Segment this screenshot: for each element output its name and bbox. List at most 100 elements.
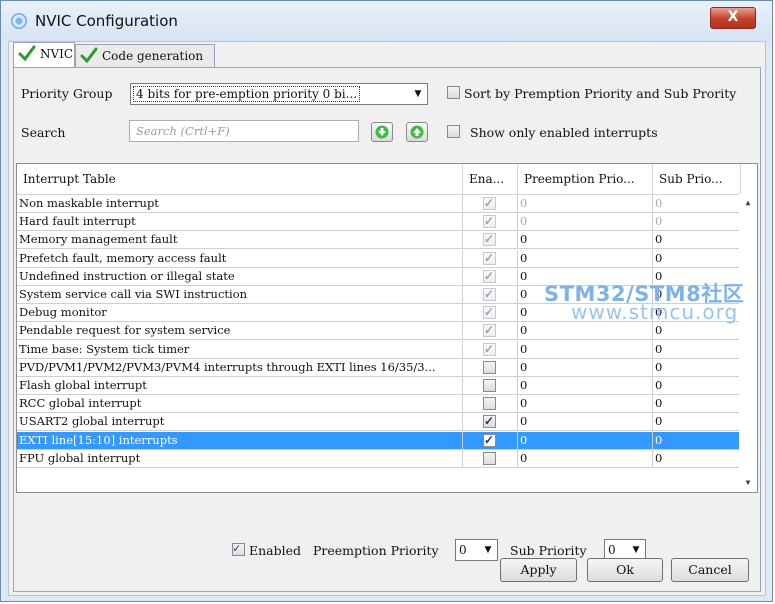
cancel-button[interactable]: Cancel xyxy=(671,558,749,582)
interrupt-name-cell: EXTI line[15:10] interrupts xyxy=(19,431,463,449)
detail-preemption-label: Preemption Priority xyxy=(313,543,439,558)
preemption-priority-cell[interactable]: 0 xyxy=(520,322,653,340)
enabled-checkbox[interactable] xyxy=(483,432,496,449)
enabled-cell xyxy=(463,267,518,285)
enabled-checkbox xyxy=(483,250,496,267)
sub-priority-cell[interactable]: 0 xyxy=(655,377,742,394)
detail-enabled-checkbox[interactable] xyxy=(232,541,245,556)
table-row[interactable]: Pendable request for system service 00 xyxy=(17,322,742,341)
watermark-line-2: www.stmcu.org xyxy=(571,300,739,324)
preemption-priority-cell[interactable]: 0 xyxy=(520,413,653,431)
enabled-checkbox[interactable] xyxy=(483,413,496,430)
preemption-priority-cell[interactable]: 0 xyxy=(520,213,653,231)
enabled-checkbox xyxy=(483,213,496,230)
sub-priority-cell[interactable]: 0 xyxy=(655,395,742,412)
enabled-checkbox[interactable] xyxy=(483,397,496,411)
sub-priority-cell[interactable]: 0 xyxy=(655,195,742,212)
sort-checkbox[interactable] xyxy=(447,86,460,99)
ok-button[interactable]: Ok xyxy=(587,558,663,582)
table-row[interactable]: EXTI line[15:10] interrupts 00 xyxy=(17,431,742,450)
enabled-checkbox[interactable] xyxy=(483,451,496,465)
vertical-scrollbar[interactable]: ▲ ▼ xyxy=(739,194,757,492)
table-row[interactable]: PVD/PVM1/PVM2/PVM3/PVM4 interrupts throu… xyxy=(17,358,742,377)
priority-group-select[interactable]: 4 bits for pre-emption priority 0 bi... … xyxy=(130,83,428,105)
arrow-up-icon xyxy=(410,125,424,139)
apply-button[interactable]: Apply xyxy=(500,558,577,582)
close-button[interactable]: X xyxy=(710,7,756,29)
preemption-priority-cell[interactable]: 0 xyxy=(520,195,653,212)
tab-nvic-label: NVIC xyxy=(40,47,74,61)
sub-priority-cell[interactable]: 0 xyxy=(655,231,742,248)
show-only-enabled-label: Show only enabled interrupts xyxy=(470,125,658,140)
table-row[interactable]: Memory management fault 00 xyxy=(17,231,742,250)
sub-priority-cell[interactable]: 0 xyxy=(655,450,742,467)
enabled-cell xyxy=(463,395,518,413)
detail-enabled-label: Enabled xyxy=(249,543,302,558)
table-row[interactable]: USART2 global interrupt 00 xyxy=(17,413,742,432)
app-gear-icon xyxy=(11,13,27,29)
sub-priority-cell[interactable]: 0 xyxy=(655,413,742,430)
table-row[interactable]: Time base: System tick timer 00 xyxy=(17,340,742,359)
enabled-checkbox[interactable] xyxy=(483,360,496,374)
tab-nvic[interactable]: NVIC xyxy=(13,42,75,68)
detail-preemption-select[interactable]: 0 ▼ xyxy=(455,539,498,561)
interrupt-name-cell: Prefetch fault, memory access fault xyxy=(19,249,463,267)
preemption-priority-cell[interactable]: 0 xyxy=(520,377,653,394)
preemption-priority-cell[interactable]: 0 xyxy=(520,231,653,249)
interrupt-name-cell: USART2 global interrupt xyxy=(19,413,463,431)
search-previous-button[interactable] xyxy=(406,122,428,142)
enabled-cell xyxy=(463,322,518,340)
preemption-priority-cell[interactable]: 0 xyxy=(520,249,653,267)
enabled-cell xyxy=(463,413,518,431)
table-row[interactable]: Prefetch fault, memory access fault 00 xyxy=(17,249,742,268)
search-input[interactable]: Search (Crtl+F) xyxy=(129,120,359,142)
sort-label: Sort by Premption Priority and Sub Prori… xyxy=(464,86,737,101)
column-header-preemption[interactable]: Preemption Prio... xyxy=(518,164,653,194)
check-icon xyxy=(80,47,98,64)
table-row[interactable]: Hard fault interrupt 00 xyxy=(17,213,742,232)
interrupt-name-cell: Non maskable interrupt xyxy=(19,195,463,212)
table-row[interactable]: Non maskable interrupt 00 xyxy=(17,195,742,213)
preemption-priority-cell[interactable]: 0 xyxy=(520,395,653,413)
sub-priority-cell[interactable]: 0 xyxy=(655,341,742,358)
show-only-enabled-checkbox[interactable] xyxy=(447,125,460,138)
table-row[interactable]: Flash global interrupt 0 0 xyxy=(17,377,742,395)
scroll-down-icon[interactable]: ▼ xyxy=(743,478,753,488)
sub-priority-cell[interactable]: 0 xyxy=(655,250,742,267)
table-row[interactable]: FPU global interrupt 0 0 xyxy=(17,449,742,468)
window-title: NVIC Configuration xyxy=(35,12,178,30)
enabled-cell xyxy=(463,358,518,376)
sub-priority-cell[interactable]: 0 xyxy=(655,322,742,339)
interrupt-name-cell: Flash global interrupt xyxy=(19,377,463,394)
enabled-cell xyxy=(463,377,518,394)
detail-preemption-value: 0 xyxy=(459,543,467,557)
enabled-cell xyxy=(463,449,518,467)
sub-priority-cell[interactable]: 0 xyxy=(655,359,742,376)
nvic-configuration-window: NVIC Configuration X NVIC Code generatio… xyxy=(0,0,773,602)
column-header-interrupt[interactable]: Interrupt Table xyxy=(17,164,463,194)
column-header-sub-priority[interactable]: Sub Prio... xyxy=(653,164,741,194)
enabled-cell xyxy=(463,249,518,267)
sub-priority-cell[interactable]: 0 xyxy=(655,432,742,449)
search-next-button[interactable] xyxy=(371,122,393,142)
enabled-checkbox[interactable] xyxy=(483,379,496,392)
interrupt-name-cell: Memory management fault xyxy=(19,231,463,249)
preemption-priority-cell[interactable]: 0 xyxy=(520,431,653,449)
dropdown-arrow-icon: ▼ xyxy=(632,545,640,555)
sub-priority-cell[interactable]: 0 xyxy=(655,213,742,230)
preemption-priority-cell[interactable]: 0 xyxy=(520,449,653,467)
tab-code-generation[interactable]: Code generation xyxy=(75,44,215,68)
preemption-priority-cell[interactable]: 0 xyxy=(520,340,653,358)
preemption-priority-cell[interactable]: 0 xyxy=(520,358,653,376)
column-header-enabled[interactable]: Ena... xyxy=(463,164,518,194)
enabled-cell xyxy=(463,431,518,449)
table-header: Interrupt Table Ena... Preemption Prio..… xyxy=(17,164,757,195)
enabled-checkbox xyxy=(483,286,496,303)
table-row[interactable]: RCC global interrupt 0 0 xyxy=(17,395,742,414)
interrupt-name-cell: PVD/PVM1/PVM2/PVM3/PVM4 interrupts throu… xyxy=(19,358,463,376)
scroll-up-icon[interactable]: ▲ xyxy=(743,198,753,208)
nvic-tab-panel: Priority Group 4 bits for pre-emption pr… xyxy=(13,67,761,592)
dropdown-arrow-icon: ▼ xyxy=(414,89,422,99)
enabled-checkbox xyxy=(483,195,496,212)
enabled-cell xyxy=(463,340,518,358)
